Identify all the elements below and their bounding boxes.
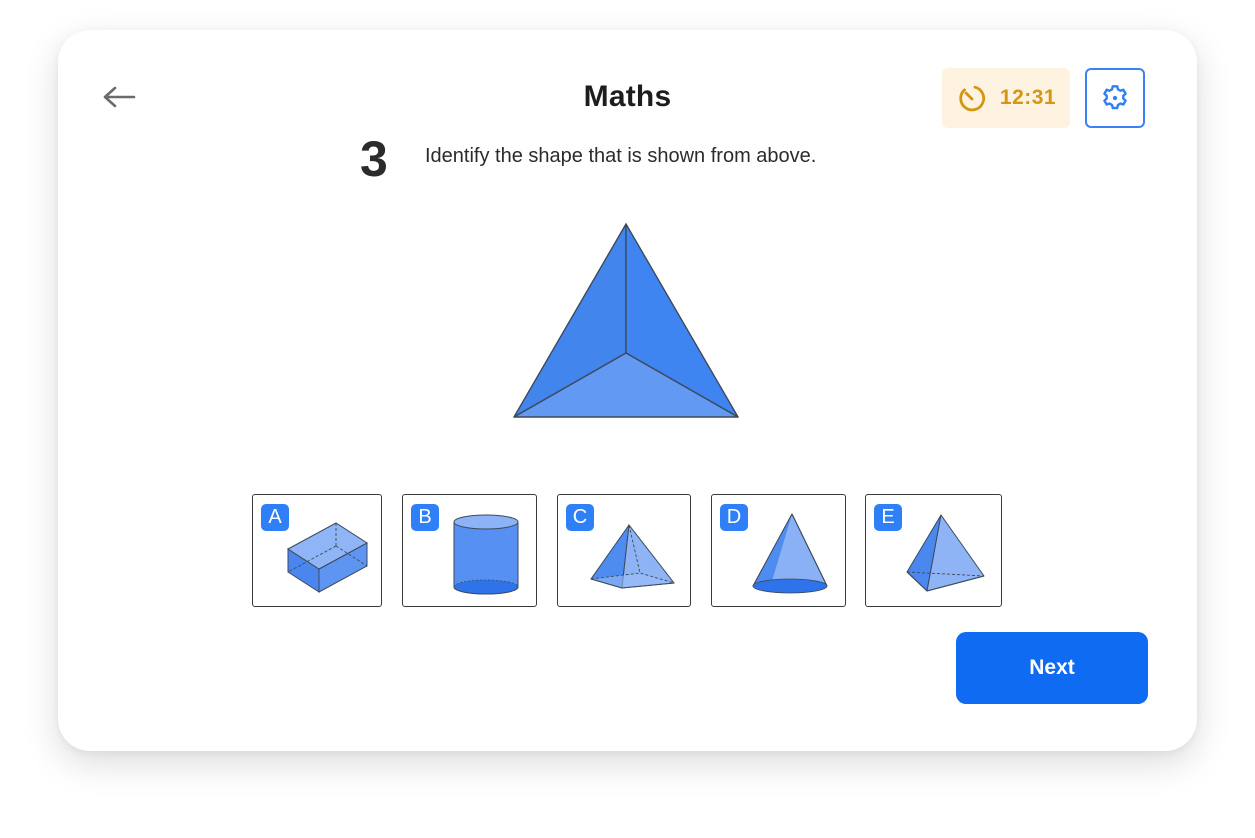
option-label: A [261,504,289,531]
question-figure [513,223,739,418]
timer-icon [959,85,985,112]
option-label: E [874,504,902,531]
option-a[interactable]: A [252,494,382,607]
next-button[interactable]: Next [956,632,1148,704]
option-label: C [566,504,594,531]
gear-icon [1103,85,1127,110]
timer-badge: 12:31 [942,68,1070,128]
option-c[interactable]: C [557,494,691,607]
option-label: B [411,504,439,531]
option-d[interactable]: D [711,494,846,607]
timer-value: 12:31 [999,86,1057,109]
settings-button[interactable] [1085,68,1145,128]
quiz-card: Maths 12:31 3 Identify the shape that is… [58,30,1197,751]
option-label: D [720,504,748,531]
option-b[interactable]: B [402,494,537,607]
question-number: 3 [360,131,388,187]
option-e[interactable]: E [865,494,1002,607]
question-text: Identify the shape that is shown from ab… [425,145,817,167]
